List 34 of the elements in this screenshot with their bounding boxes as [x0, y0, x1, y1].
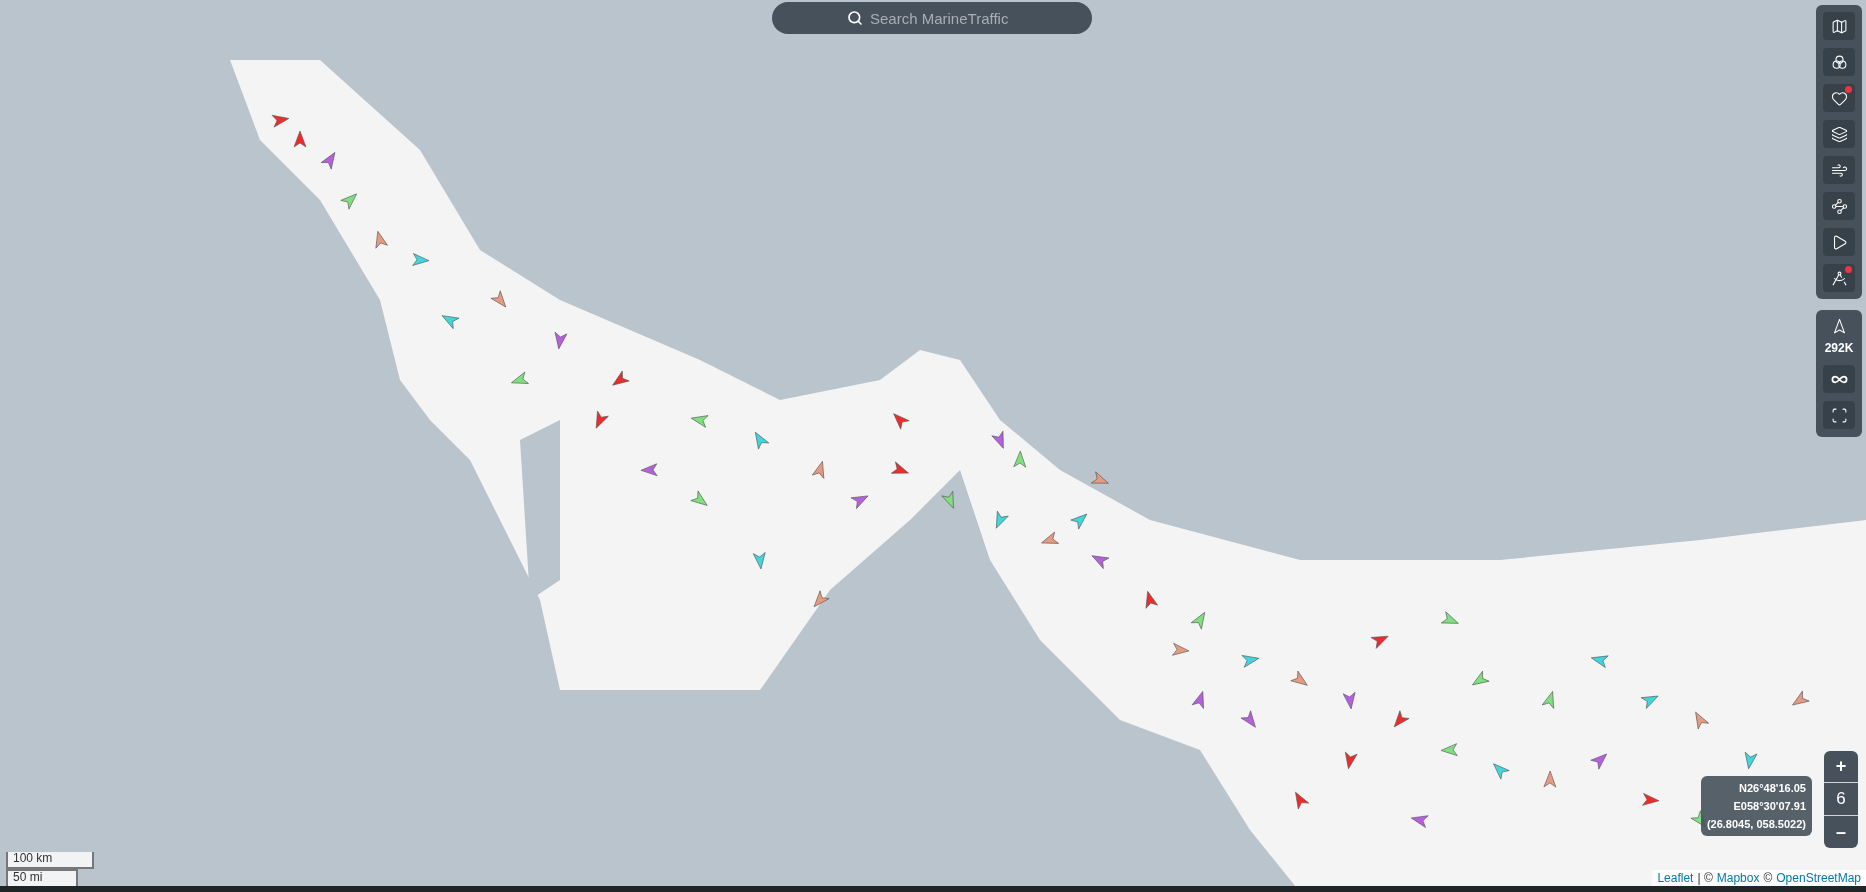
map-icon	[1830, 17, 1848, 35]
attribution-text: | ©	[1697, 870, 1713, 886]
toolbar-button[interactable]	[1823, 84, 1855, 112]
attribution-link[interactable]: OpenStreetMap	[1776, 870, 1861, 886]
toolbar-button[interactable]	[1823, 228, 1855, 256]
scale-bar: 100 km	[6, 852, 94, 869]
fullscreen-button[interactable]	[1823, 401, 1855, 429]
toolbar-button[interactable]	[1823, 192, 1855, 220]
overlapping-circles-icon	[1830, 53, 1848, 71]
toolbar-button[interactable]	[1823, 48, 1855, 76]
infinity-button[interactable]	[1823, 365, 1855, 393]
compass-icon	[1830, 269, 1848, 287]
search-field[interactable]: Search MarineTraffic	[772, 2, 1092, 34]
attribution-text: ©	[1763, 870, 1773, 886]
toolbar-button[interactable]	[1823, 156, 1855, 184]
coordinate-text: E058°30'07.91	[1733, 799, 1806, 814]
heart-icon	[1830, 89, 1848, 107]
vessel-count: 292K	[1824, 340, 1854, 357]
zoom-in-button[interactable]: +	[1824, 751, 1858, 783]
search-icon	[847, 10, 863, 26]
layers-icon	[1830, 125, 1848, 143]
fullscreen-icon	[1830, 406, 1848, 424]
nodes-icon	[1830, 197, 1848, 215]
zoom-level: 6	[1824, 783, 1858, 816]
wind-icon	[1830, 161, 1848, 179]
scale-bar: 50 mi	[6, 869, 78, 886]
zoom-out-button[interactable]: –	[1824, 816, 1858, 848]
toolbar-button[interactable]	[1823, 12, 1855, 40]
toolbar-button[interactable]	[1823, 264, 1855, 292]
coordinate-text: (26.8045, 058.5022)	[1706, 817, 1806, 832]
toolbar-button[interactable]	[1823, 120, 1855, 148]
coordinate-text: N26°48'16.05	[1739, 781, 1806, 796]
attribution-link[interactable]: Mapbox	[1716, 870, 1760, 886]
attribution-link[interactable]: Leaflet	[1657, 870, 1694, 886]
